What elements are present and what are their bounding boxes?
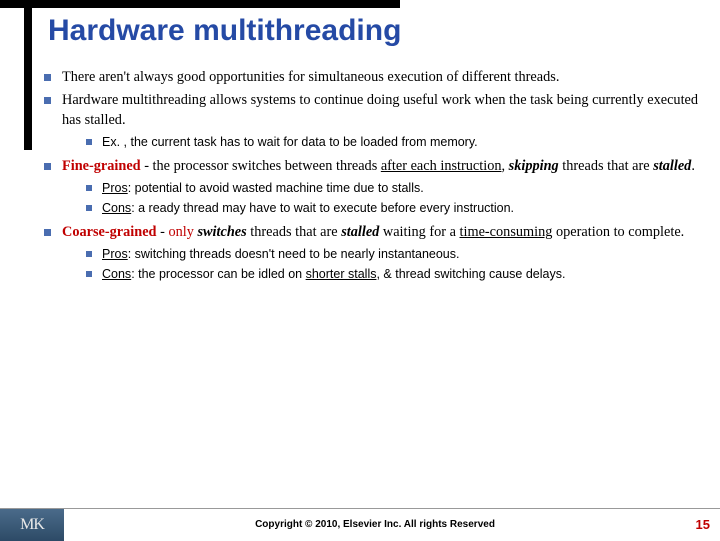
b3-skip: skipping — [509, 158, 559, 174]
b3-term: Fine-grained — [62, 158, 141, 174]
copyright-text: Copyright © 2010, Elsevier Inc. All righ… — [64, 519, 686, 530]
b4-stalled: stalled — [341, 224, 379, 240]
b3s2-label: Cons — [102, 201, 131, 215]
slide-content: There aren't always good opportunities f… — [40, 68, 700, 289]
b4s2-label: Cons — [102, 267, 131, 281]
publisher-logo: MK — [0, 509, 64, 541]
bullet-4-sub-2: Cons: the processor can be idled on shor… — [82, 266, 700, 283]
b4-t2: threads that are — [247, 224, 341, 240]
bullet-3-sub-1: Pros: potential to avoid wasted machine … — [82, 180, 700, 197]
b3-t4: . — [691, 158, 695, 174]
bullet-2-sub-1: Ex. , the current task has to wait for d… — [82, 134, 700, 151]
b4s1-label: Pros — [102, 247, 128, 261]
b3s1-text: : potential to avoid wasted machine time… — [128, 181, 424, 195]
bullet-4-sub: Pros: switching threads doesn't need to … — [40, 246, 700, 283]
b4-t3: waiting for a — [379, 224, 459, 240]
bullet-3-sub: Pros: potential to avoid wasted machine … — [40, 180, 700, 217]
b3s2-text: : a ready thread may have to wait to exe… — [131, 201, 514, 215]
top-accent-bar — [0, 0, 400, 8]
b4-u: time-consuming — [460, 224, 553, 240]
page-number: 15 — [686, 517, 720, 532]
footer: MK Copyright © 2010, Elsevier Inc. All r… — [0, 508, 720, 540]
b4-only: only — [168, 224, 193, 240]
b4-switches: switches — [197, 224, 246, 240]
b3-t3: threads that are — [559, 158, 653, 174]
bullet-2: Hardware multithreading allows systems t… — [40, 91, 700, 130]
b3-t1: - the processor switches between threads — [141, 158, 381, 174]
bullet-4: Coarse-grained - only switches threads t… — [40, 223, 700, 242]
bullet-1: There aren't always good opportunities f… — [40, 68, 700, 87]
bullet-4-sub-1: Pros: switching threads doesn't need to … — [82, 246, 700, 263]
b4-term: Coarse-grained — [62, 224, 157, 240]
bullet-3-sub-2: Cons: a ready thread may have to wait to… — [82, 200, 700, 217]
b4s2-t2: , & thread switching cause delays. — [376, 267, 565, 281]
b3-stalled: stalled — [653, 158, 691, 174]
bullet-2-sub: Ex. , the current task has to wait for d… — [40, 134, 700, 151]
b4s2-t1: : the processor can be idled on — [131, 267, 305, 281]
slide-title: Hardware multithreading — [48, 14, 401, 48]
b4-t1: - — [157, 224, 169, 240]
b3-u1: after each instruction — [381, 158, 502, 174]
b3-t2: , — [502, 158, 509, 174]
b4-t4: operation to complete. — [552, 224, 684, 240]
bullet-3: Fine-grained - the processor switches be… — [40, 157, 700, 176]
b3s1-label: Pros — [102, 181, 128, 195]
vertical-accent-bar — [24, 0, 32, 150]
b4s1-text: : switching threads doesn't need to be n… — [128, 247, 460, 261]
b4s2-u: shorter stalls — [306, 267, 377, 281]
